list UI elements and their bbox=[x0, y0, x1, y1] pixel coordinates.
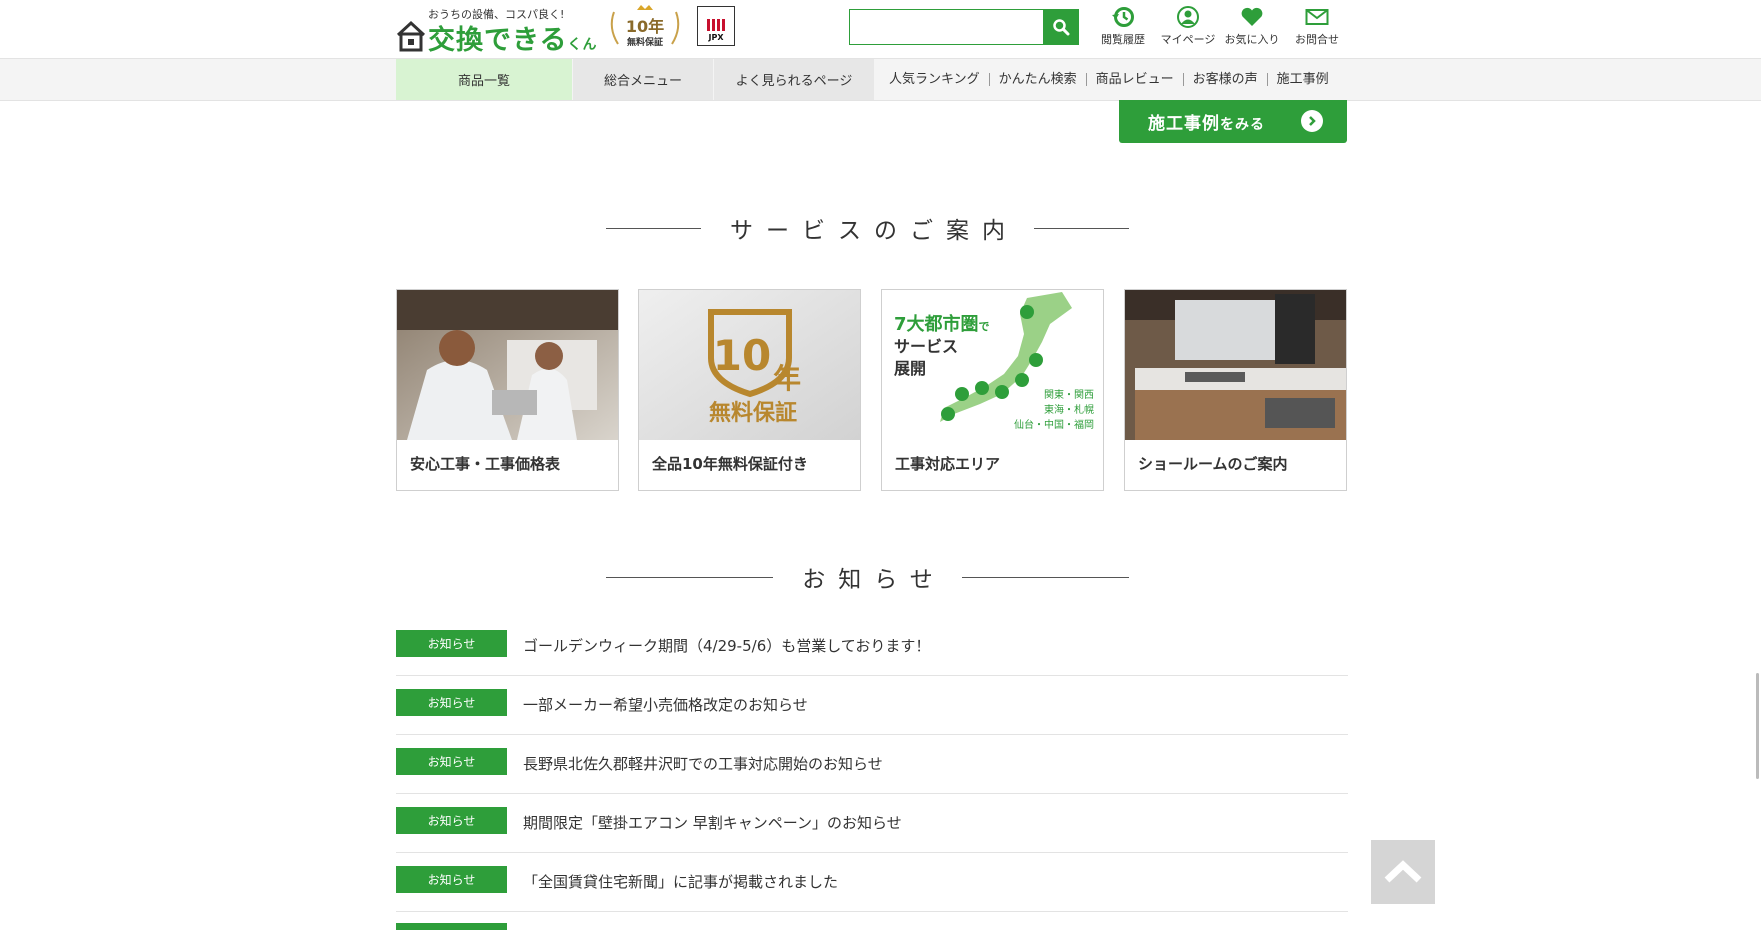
warranty-year: 年 bbox=[773, 362, 801, 395]
favorites-link[interactable]: お気に入り bbox=[1222, 6, 1282, 47]
global-nav: 商品一覧 総合メニュー よく見られるページ 人気ランキング かんたん検索 商品レ… bbox=[0, 59, 1761, 101]
view-cases-button[interactable]: 施工事例をみる bbox=[1119, 100, 1347, 143]
nav-link-voices[interactable]: お客様の声 bbox=[1182, 73, 1267, 86]
logo-name: 交換できるくん bbox=[428, 25, 598, 56]
services-section-title: サービスのご案内 bbox=[606, 208, 1129, 248]
news-item[interactable]: お知らせ 「全国賃貸住宅新聞」に記事が掲載されました bbox=[396, 853, 1348, 912]
scrollbar-thumb[interactable] bbox=[1756, 673, 1759, 779]
nav-links: 人気ランキング かんたん検索 商品レビュー お客様の声 施工事例 bbox=[880, 59, 1338, 100]
chevron-right-icon bbox=[1301, 110, 1323, 132]
service-label: 工事対応エリア bbox=[895, 455, 1001, 473]
mail-icon bbox=[1305, 9, 1329, 25]
jpx-label: JPX bbox=[708, 33, 724, 42]
svg-text:7大都市圏で: 7大都市圏で bbox=[894, 313, 990, 335]
news-title-link[interactable]: 一部メーカー希望小売価格改定のお知らせ bbox=[523, 694, 808, 715]
history-icon bbox=[1112, 7, 1134, 27]
showroom-image bbox=[1125, 290, 1346, 440]
service-label: 安心工事・工事価格表 bbox=[410, 455, 561, 473]
area-list: 仙台・中国・福岡 bbox=[1014, 418, 1094, 431]
service-card-showroom[interactable]: ショールームのご案内 bbox=[1124, 289, 1347, 491]
tab-product-list[interactable]: 商品一覧 bbox=[396, 59, 572, 100]
tab-general-menu[interactable]: 総合メニュー bbox=[573, 59, 713, 100]
nav-link-reviews[interactable]: 商品レビュー bbox=[1085, 73, 1183, 86]
service-card-area[interactable]: 7大都市圏で サービス 展開 関東・関西 東海・札幌 仙台・中国・福岡 工事対応… bbox=[881, 289, 1104, 491]
history-label: 閲覧履歴 bbox=[1101, 33, 1145, 46]
area-headline-1: 7大都市圏 bbox=[894, 313, 979, 335]
service-label: ショールームのご案内 bbox=[1138, 455, 1288, 473]
favorites-label: お気に入り bbox=[1224, 33, 1280, 46]
title-divider bbox=[1034, 227, 1129, 229]
warranty-big-number: 10 bbox=[713, 331, 771, 380]
news-item[interactable]: お知らせ 期間限定「壁掛エアコン 早割キャンペーン」のお知らせ bbox=[396, 794, 1348, 853]
user-icon bbox=[1177, 6, 1199, 28]
mypage-link[interactable]: マイページ bbox=[1158, 6, 1218, 47]
heart-icon bbox=[1241, 7, 1263, 26]
news-title-link[interactable]: ゴールデンウィーク期間（4/29-5/6）も営業しております！ bbox=[523, 635, 930, 656]
news-tag: お知らせ bbox=[396, 807, 507, 834]
house-icon bbox=[396, 20, 426, 52]
history-link[interactable]: 閲覧履歴 bbox=[1093, 6, 1153, 47]
news-tag: お知らせ bbox=[396, 866, 507, 893]
news-title-link[interactable]: 期間限定「壁掛エアコン 早割キャンペーン」のお知らせ bbox=[523, 812, 902, 833]
nav-link-easy-search[interactable]: かんたん検索 bbox=[988, 73, 1086, 86]
search-icon bbox=[1053, 19, 1070, 36]
warranty-image: 10 年 無料保証 bbox=[639, 290, 860, 440]
news-title-link[interactable]: 「全国賃貸住宅新聞」に記事が掲載されました bbox=[523, 871, 838, 892]
news-tag: お知らせ bbox=[396, 630, 507, 657]
contact-label: お問合せ bbox=[1295, 33, 1339, 46]
news-title: お知らせ bbox=[802, 567, 946, 593]
news-title-link[interactable]: 長野県北佐久郡軽井沢町での工事対応開始のお知らせ bbox=[523, 753, 883, 774]
jpx-logo: JPX bbox=[697, 6, 735, 46]
news-item[interactable]: お知らせ 長野県北佐久郡軽井沢町での工事対応開始のお知らせ bbox=[396, 735, 1348, 794]
back-to-top-button[interactable] bbox=[1371, 840, 1435, 904]
nav-link-ranking[interactable]: 人気ランキング bbox=[880, 73, 989, 86]
japan-map-image: 7大都市圏で サービス 展開 関東・関西 東海・札幌 仙台・中国・福岡 bbox=[882, 290, 1103, 440]
news-tag: お知らせ bbox=[396, 689, 507, 716]
workers-image bbox=[397, 290, 618, 440]
contact-link[interactable]: お問合せ bbox=[1287, 6, 1347, 47]
news-item[interactable]: お知らせ ゴールデンウィーク期間（4/29-5/6）も営業しております！ bbox=[396, 617, 1348, 676]
area-list: 東海・札幌 bbox=[1044, 403, 1094, 416]
warranty-badge: 10年 無料保証 bbox=[610, 5, 680, 48]
area-headline-2: サービス bbox=[894, 337, 958, 356]
service-label: 全品10年無料保証付き bbox=[652, 455, 808, 473]
search-button[interactable] bbox=[1043, 9, 1079, 45]
title-divider bbox=[606, 227, 701, 229]
title-divider bbox=[606, 576, 774, 578]
news-tag: お知らせ bbox=[396, 748, 507, 775]
service-card-construction[interactable]: 安心工事・工事価格表 bbox=[396, 289, 619, 491]
badge-text: 無料保証 bbox=[627, 36, 663, 48]
news-section-title: お知らせ bbox=[606, 557, 1130, 597]
news-tag-partial bbox=[396, 923, 507, 930]
tab-popular-pages[interactable]: よく見られるページ bbox=[714, 59, 874, 100]
site-header: おうちの設備、コスパ良く! 交換できるくん 10年 無料保証 JPX 閲覧履歴 bbox=[0, 0, 1761, 59]
nav-link-cases[interactable]: 施工事例 bbox=[1266, 73, 1338, 86]
site-logo[interactable]: おうちの設備、コスパ良く! 交換できるくん bbox=[396, 4, 606, 56]
service-card-warranty[interactable]: 10 年 無料保証 全品10年無料保証付き bbox=[638, 289, 861, 491]
area-list: 関東・関西 bbox=[1044, 388, 1094, 401]
title-divider bbox=[961, 576, 1130, 578]
services-title: サービスのご案内 bbox=[730, 218, 1018, 244]
view-cases-label: 施工事例をみる bbox=[1148, 114, 1265, 134]
news-item[interactable]: お知らせ 一部メーカー希望小売価格改定のお知らせ bbox=[396, 676, 1348, 735]
jpx-bars-icon bbox=[707, 19, 725, 31]
warranty-subtext: 無料保証 bbox=[709, 400, 797, 426]
chevron-up-icon bbox=[1384, 860, 1422, 883]
area-headline-3: 展開 bbox=[894, 359, 926, 378]
mypage-label: マイページ bbox=[1160, 33, 1216, 46]
badge-years: 10年 bbox=[626, 17, 664, 36]
